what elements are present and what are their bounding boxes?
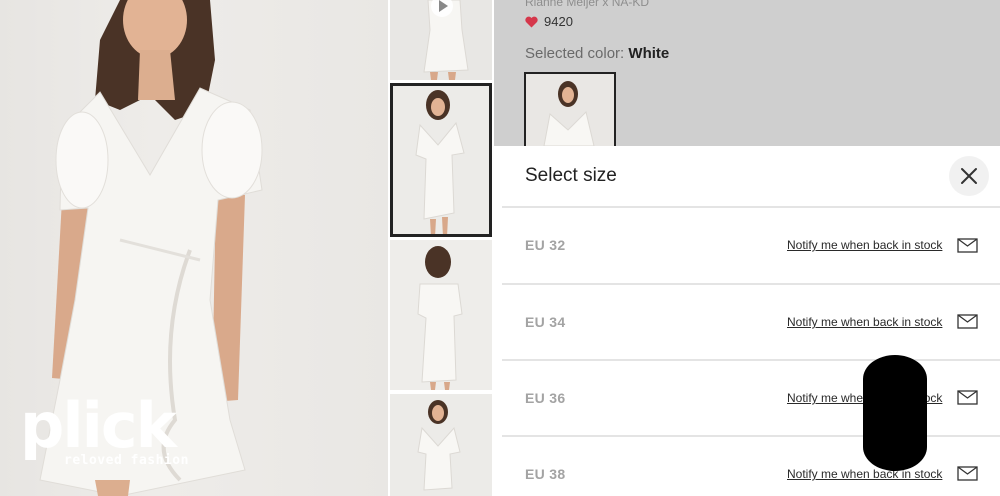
selected-color: Selected color: White (525, 45, 669, 62)
mail-icon[interactable] (957, 390, 978, 405)
likes-count: 9420 (544, 14, 573, 29)
size-label: EU 36 (525, 390, 566, 406)
redaction-overlay (863, 355, 927, 471)
selected-color-label: Selected color: (525, 45, 625, 62)
mail-icon[interactable] (957, 238, 978, 253)
main-product-photo[interactable]: plick reloved fashion (0, 0, 388, 496)
size-label: EU 32 (525, 237, 566, 253)
size-label: EU 38 (525, 466, 566, 482)
size-label: EU 34 (525, 314, 566, 330)
play-icon (431, 0, 453, 17)
size-sheet-header: Select size (502, 146, 1000, 208)
notify-link[interactable]: Notify me when back in stock (787, 467, 942, 481)
size-row-eu-34[interactable]: EU 34 Notify me when back in stock (502, 285, 1000, 361)
brand-line[interactable]: Rianne Meijer x NA-KD (525, 0, 649, 9)
likes-counter[interactable]: 9420 (525, 14, 573, 29)
notify-link[interactable]: Notify me when back in stock (787, 315, 942, 329)
selected-color-value: White (628, 45, 670, 62)
close-button[interactable] (949, 156, 989, 196)
logo-tagline: reloved fashion (64, 453, 189, 468)
close-icon (961, 168, 977, 184)
size-row-eu-32[interactable]: EU 32 Notify me when back in stock (502, 208, 1000, 284)
thumbnail-front[interactable] (390, 394, 492, 496)
plick-logo: plick reloved fashion (20, 389, 189, 469)
heart-icon (525, 16, 538, 27)
logo-wordmark: plick (20, 389, 177, 462)
mail-icon[interactable] (957, 314, 978, 329)
notify-link[interactable]: Notify me when back in stock (787, 238, 942, 252)
thumbnail-back[interactable] (390, 240, 492, 390)
color-swatch-white[interactable] (524, 72, 616, 148)
thumbnail-video[interactable] (390, 0, 492, 80)
size-sheet-title: Select size (525, 165, 617, 186)
mail-icon[interactable] (957, 466, 978, 481)
thumbnail-selected[interactable] (390, 83, 492, 237)
thumbnail-strip (388, 0, 494, 496)
